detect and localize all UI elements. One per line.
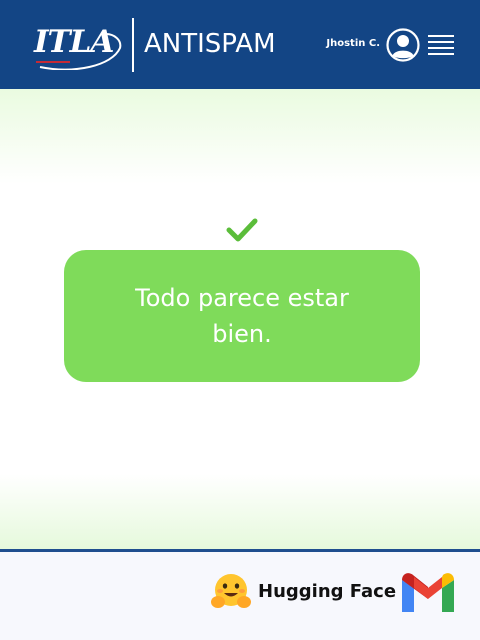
header-divider [132,18,134,72]
itla-logo: ITLA [34,22,124,70]
main-content: Todo parece estar bien. [0,89,480,549]
hugging-face-emoji-icon [211,574,251,608]
user-circle-icon[interactable] [386,28,420,62]
app-footer: Hugging Face [0,552,480,640]
hugging-face-label: Hugging Face [258,581,397,602]
status-message: Todo parece estar bien. [135,284,349,348]
hamburger-menu-icon[interactable] [428,33,454,57]
user-name: Jhostin C. [326,38,380,49]
app-title: ANTISPAM [144,29,276,59]
gmail-logo-icon [402,573,454,612]
app-header: ITLA ANTISPAM Jhostin C. [0,0,480,89]
status-message-box: Todo parece estar bien. [64,250,420,382]
logo-red-underline [36,61,70,63]
checkmark-icon [226,218,258,242]
logo-text: ITLA [34,24,114,60]
